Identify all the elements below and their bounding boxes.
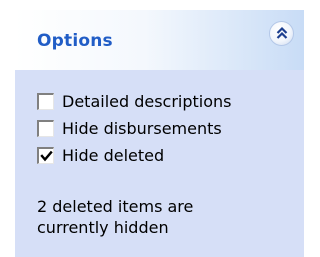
checkmark-icon [40, 150, 53, 161]
option-hide-disbursements[interactable]: Hide disbursements [37, 118, 222, 138]
panel-header: Options [14, 10, 304, 70]
status-line-2: currently hidden [37, 218, 169, 237]
options-panel: Options Detailed descriptions Hide disbu… [14, 10, 304, 257]
option-detailed-descriptions[interactable]: Detailed descriptions [37, 91, 232, 111]
hide-disbursements-checkbox[interactable] [37, 119, 54, 137]
panel-title: Options [37, 31, 113, 51]
option-hide-deleted[interactable]: Hide deleted [37, 145, 164, 165]
option-label: Hide deleted [62, 145, 165, 165]
option-label: Hide disbursements [62, 118, 222, 138]
option-label: Detailed descriptions [62, 91, 232, 111]
panel-body: Detailed descriptions Hide disbursements… [14, 70, 304, 257]
double-chevron-up-icon [276, 26, 288, 39]
detailed-descriptions-checkbox[interactable] [37, 92, 54, 110]
status-line-1: 2 deleted items are [37, 197, 194, 216]
collapse-button[interactable] [269, 21, 294, 46]
hide-deleted-checkbox[interactable] [37, 146, 54, 164]
hidden-items-status: 2 deleted items are currently hidden [37, 196, 287, 238]
